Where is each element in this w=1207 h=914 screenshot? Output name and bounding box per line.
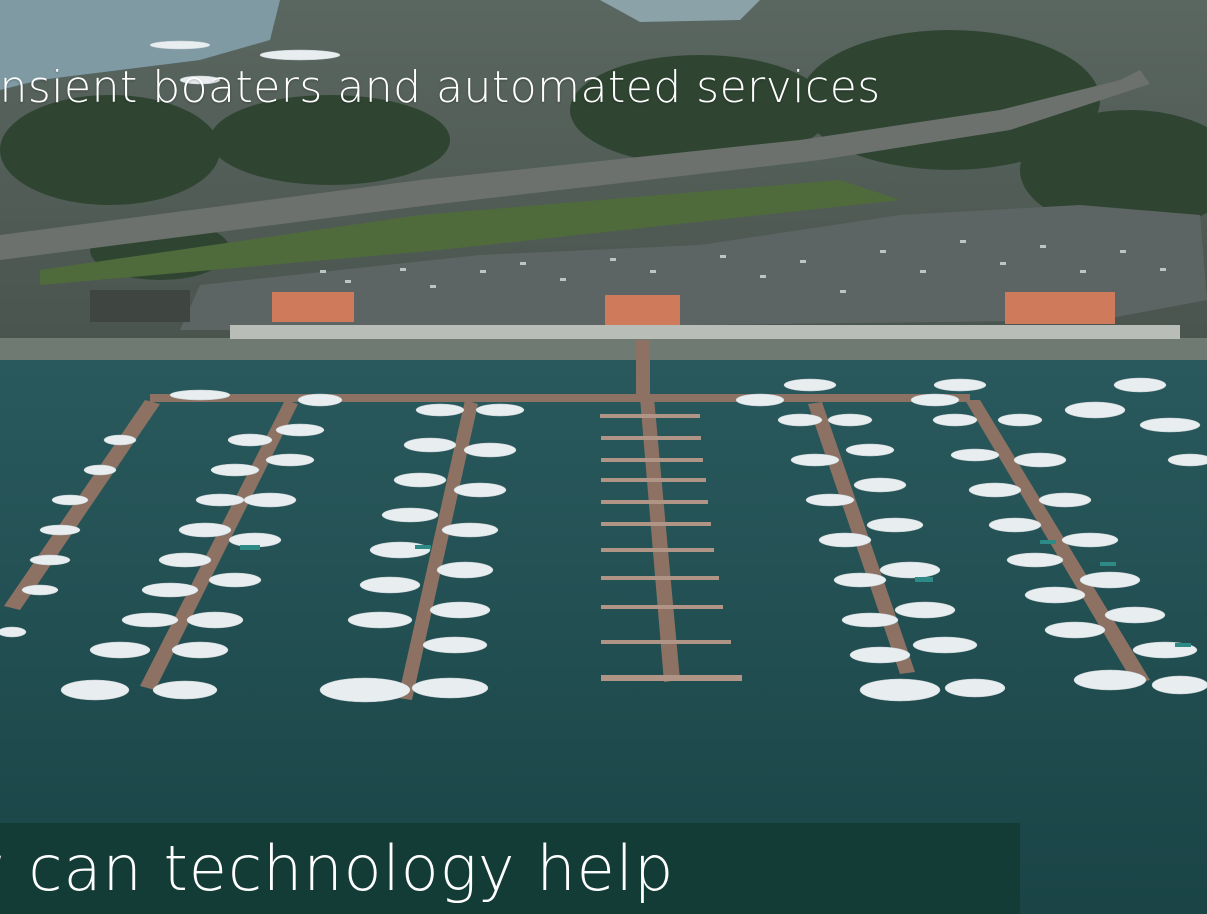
slide-subtitle: ansient boaters and automated services: [0, 62, 881, 113]
slide-headline: w can technology help: [0, 832, 675, 905]
marina-aerial-photo: [0, 0, 1207, 914]
